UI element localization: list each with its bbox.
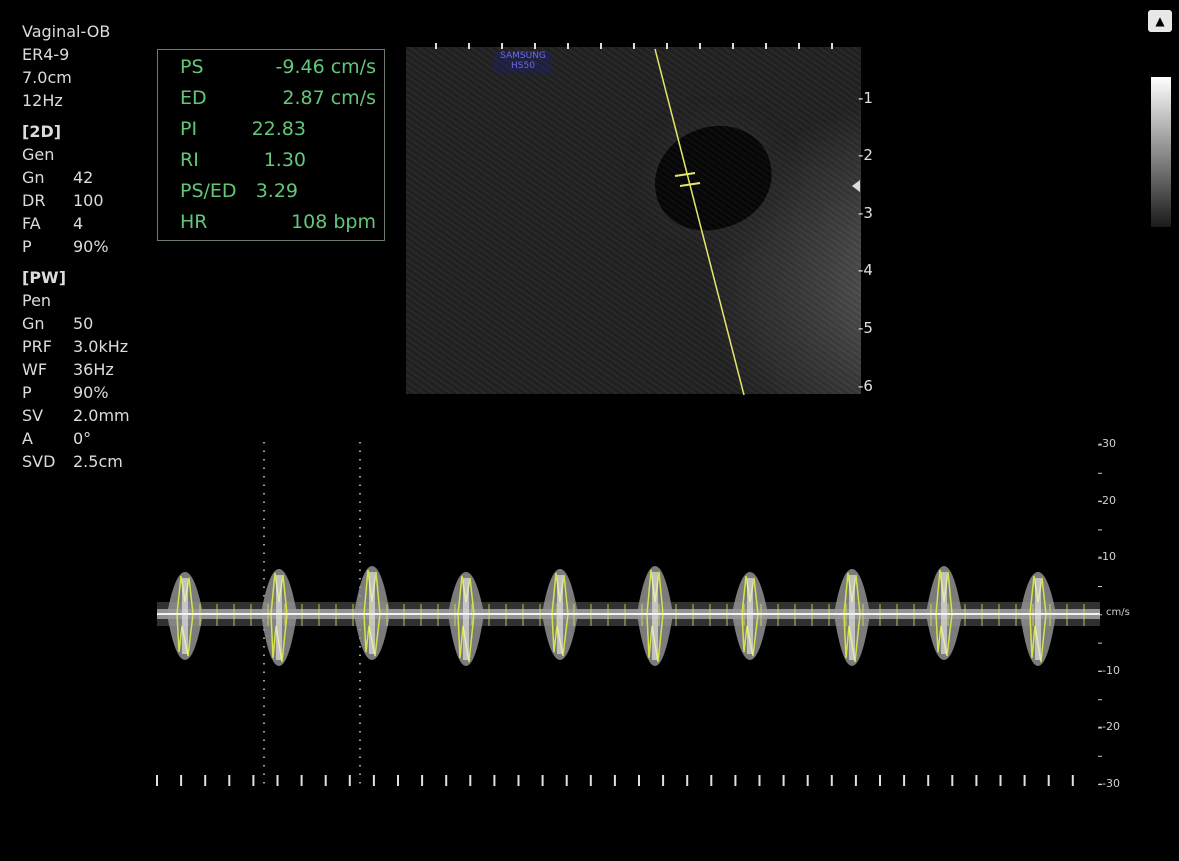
doppler-overlay (156, 43, 1102, 790)
velocity-tick-label: 10 (1101, 550, 1116, 563)
spectrum-pulse-core (463, 578, 469, 660)
sample-gate-top[interactable] (674, 172, 696, 177)
velocity-tick: -10 (1098, 550, 1116, 563)
spectrum-pulse-core (652, 572, 658, 660)
spectrum-pulse-core (276, 575, 282, 660)
spectrum-pulse-core (747, 578, 753, 654)
velocity-tick-label: 20 (1101, 494, 1116, 507)
velocity-tick: --10 (1098, 664, 1120, 677)
spectrum-pulse-core (182, 578, 188, 654)
time-axis-ticks (156, 775, 1074, 786)
doppler-cursor-line[interactable] (654, 48, 745, 396)
velocity-tick-label: -20 (1101, 720, 1120, 733)
velocity-tick: --30 (1098, 777, 1120, 790)
velocity-tick: -30 (1098, 437, 1116, 450)
velocity-tick-label: 30 (1101, 437, 1116, 450)
doppler-spectrum (157, 566, 1100, 666)
velocity-unit-label: cm/s (1106, 607, 1130, 618)
focus-marker-icon (852, 180, 860, 192)
bmode-top-ticks (435, 43, 833, 49)
spectrum-pulse-core (1035, 578, 1041, 660)
velocity-tick: -20 (1098, 494, 1116, 507)
velocity-tick-label: -10 (1101, 664, 1120, 677)
velocity-tick: --20 (1098, 720, 1120, 733)
velocity-tick-label: -30 (1101, 777, 1120, 790)
spectrum-pulse-core (849, 575, 855, 660)
